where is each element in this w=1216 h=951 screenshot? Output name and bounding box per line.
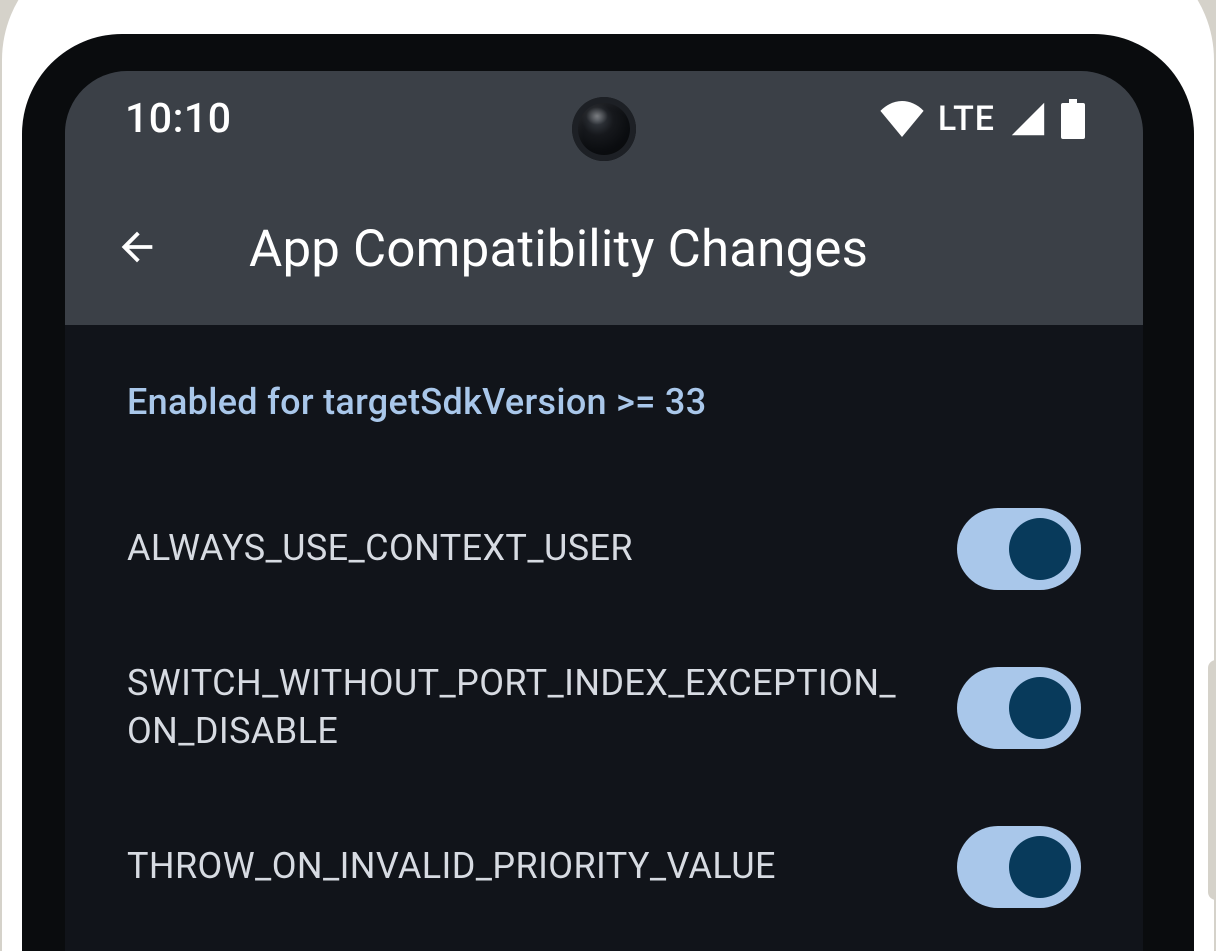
arrow-back-icon xyxy=(114,224,160,274)
battery-icon xyxy=(1061,99,1085,139)
front-camera-punch xyxy=(572,97,636,161)
phone-screen: 10:10 LTE xyxy=(65,71,1143,951)
pref-label: THROW_ON_INVALID_PRIORITY_VALUE xyxy=(127,843,917,891)
status-right-cluster: LTE xyxy=(880,99,1085,139)
toggle-thumb xyxy=(1009,677,1071,739)
status-clock: 10:10 xyxy=(125,95,232,143)
settings-list: Enabled for targetSdkVersion >= 33 ALWAY… xyxy=(65,325,1143,944)
network-type-label: LTE xyxy=(938,99,995,139)
toggle-thumb xyxy=(1009,836,1071,898)
section-header: Enabled for targetSdkVersion >= 33 xyxy=(127,381,1081,423)
toggle-thumb xyxy=(1009,518,1071,580)
pref-row[interactable]: THROW_ON_INVALID_PRIORITY_VALUE xyxy=(127,789,1081,944)
back-button[interactable] xyxy=(113,225,161,273)
cellular-signal-icon xyxy=(1009,101,1047,137)
app-toolbar: App Compatibility Changes xyxy=(65,167,1143,287)
device-side-button xyxy=(1208,660,1216,900)
pref-row[interactable]: ALWAYS_USE_CONTEXT_USER xyxy=(127,471,1081,626)
pref-row[interactable]: SWITCH_WITHOUT_PORT_INDEX_EXCEPTION_ON_D… xyxy=(127,626,1081,789)
pref-toggle[interactable] xyxy=(957,826,1081,908)
page-title: App Compatibility Changes xyxy=(249,220,1095,279)
pref-toggle[interactable] xyxy=(957,667,1081,749)
wifi-icon xyxy=(880,101,924,137)
pref-label: ALWAYS_USE_CONTEXT_USER xyxy=(127,525,917,573)
pref-toggle[interactable] xyxy=(957,508,1081,590)
pref-label: SWITCH_WITHOUT_PORT_INDEX_EXCEPTION_ON_D… xyxy=(127,660,917,755)
